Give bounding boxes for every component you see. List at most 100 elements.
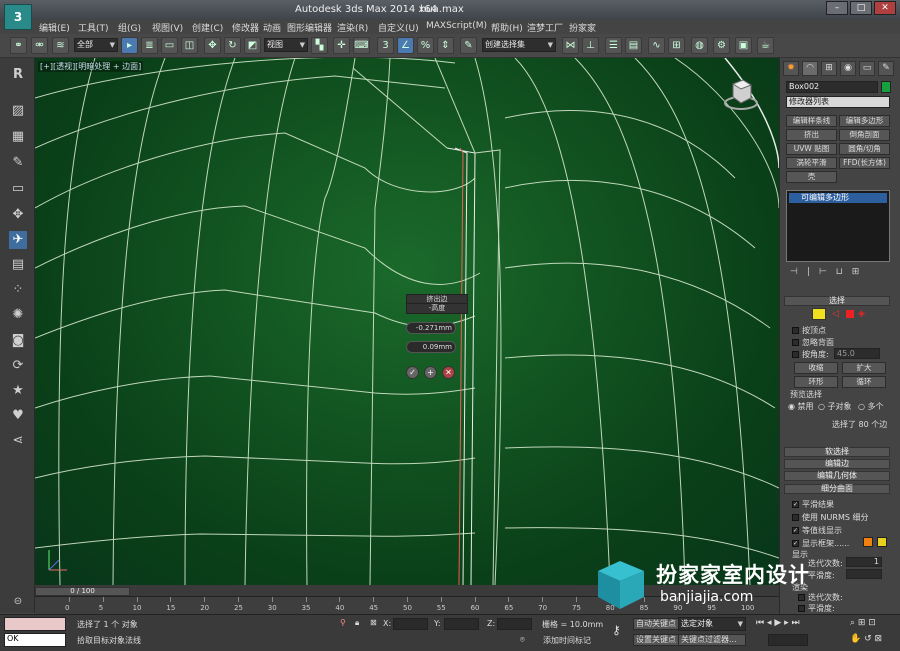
mod-fillet-chamfer-button[interactable]: 圆角/切角 bbox=[839, 143, 890, 155]
r-icon[interactable]: R bbox=[9, 66, 27, 84]
rendered-frame-icon[interactable]: ▣ bbox=[735, 37, 752, 54]
percent-snap-icon[interactable]: % bbox=[417, 37, 434, 54]
add-time-tag[interactable]: 添加时间标记 bbox=[543, 635, 591, 646]
object-name-field[interactable]: Box002 bbox=[786, 81, 878, 93]
curve-editor-icon[interactable]: ∿ bbox=[648, 37, 665, 54]
mod-bevel-profile-button[interactable]: 倒角剖面 bbox=[839, 129, 890, 141]
shrink-button[interactable]: 收缩 bbox=[794, 362, 838, 374]
rollout-edit-edges[interactable]: 编辑边 bbox=[784, 459, 890, 469]
modifier-list-dropdown[interactable]: 修改器列表 bbox=[786, 96, 890, 108]
key-filters-button[interactable]: 关键点过滤器... bbox=[678, 634, 746, 646]
select-manipulate-icon[interactable]: ✛ bbox=[333, 37, 350, 54]
preview-multi-radio[interactable]: ○ 多个 bbox=[858, 401, 884, 412]
menu-create[interactable]: 创建(C) bbox=[192, 21, 223, 34]
preview-disable-radio[interactable]: ◉ 禁用 bbox=[788, 401, 814, 412]
layout-icon[interactable]: ▦ bbox=[9, 128, 27, 146]
viewcube-icon[interactable] bbox=[723, 76, 759, 112]
menu-xuanmeng[interactable]: 渲梦工厂 bbox=[527, 21, 563, 34]
dots-icon[interactable]: ⁘ bbox=[9, 281, 27, 299]
tray-icon[interactable]: ▤ bbox=[9, 256, 27, 274]
maximize-button[interactable]: □ bbox=[850, 1, 872, 15]
pan-orbit-icon[interactable]: ✋ ↺ ⊠ bbox=[850, 634, 882, 644]
rollout-selection[interactable]: 选择 bbox=[784, 296, 890, 306]
isolate-icon[interactable]: ⚲ bbox=[340, 618, 346, 627]
menu-animation[interactable]: 动画 bbox=[263, 21, 281, 34]
monitor-icon[interactable]: ▭ bbox=[9, 180, 27, 198]
show-cage-checkbox[interactable]: ✓ 显示框架...... bbox=[792, 538, 849, 549]
selection-filter-dropdown[interactable]: 全部 bbox=[74, 38, 118, 52]
time-slider[interactable]: 0 / 100 bbox=[35, 587, 130, 596]
ring-button[interactable]: 环形 bbox=[794, 376, 838, 388]
reference-coord-dropdown[interactable]: 视图 bbox=[264, 38, 308, 52]
select-by-name-icon[interactable]: ≣ bbox=[141, 37, 158, 54]
hierarchy-tab-icon[interactable]: ⊞ bbox=[821, 61, 837, 76]
move-icon[interactable]: ✥ bbox=[204, 37, 221, 54]
mod-shell-button[interactable]: 壳 bbox=[786, 171, 837, 183]
menu-customize[interactable]: 自定义(U) bbox=[378, 21, 419, 34]
edit-icon[interactable]: ✎ bbox=[9, 154, 27, 172]
auto-key-button[interactable]: 自动关键点 bbox=[633, 618, 679, 630]
set-key-button[interactable]: 设置关键点 bbox=[633, 634, 679, 646]
menu-help[interactable]: 帮助(H) bbox=[491, 21, 523, 34]
modify-tab-icon[interactable]: ◠ bbox=[802, 61, 818, 76]
mod-ffd-box-button[interactable]: FFD(长方体) bbox=[839, 157, 890, 169]
viewport-label[interactable]: [+][透视][明暗处理 + 边面] bbox=[38, 61, 144, 72]
app-logo-icon[interactable]: 3 bbox=[4, 4, 32, 30]
edge-mode-icon[interactable] bbox=[812, 308, 826, 320]
heart-icon[interactable]: ♥ bbox=[9, 407, 27, 425]
key-mode-dropdown[interactable]: 选定对象 bbox=[678, 617, 746, 631]
motion-tab-icon[interactable]: ◉ bbox=[840, 61, 856, 76]
preview-subobject-radio[interactable]: ○ 子对象 bbox=[818, 401, 852, 412]
menu-banjiajia[interactable]: 扮家家 bbox=[569, 21, 596, 34]
minimize-button[interactable]: – bbox=[826, 1, 848, 15]
mod-turbosmooth-button[interactable]: 涡轮平滑 bbox=[786, 157, 837, 169]
sun-icon[interactable]: ✺ bbox=[9, 306, 27, 324]
angle-snap-icon[interactable]: ∠ bbox=[397, 37, 414, 54]
element-mode-icon[interactable]: ◈ bbox=[858, 309, 865, 319]
cancel-x-icon[interactable]: ✕ bbox=[442, 366, 455, 379]
by-vertex-checkbox[interactable]: 按顶点 bbox=[792, 325, 826, 336]
refresh-icon[interactable]: ⟳ bbox=[9, 357, 27, 375]
render-setup-icon[interactable]: ⚙ bbox=[713, 37, 730, 54]
extrude-width-input[interactable]: 0.09mm bbox=[406, 341, 456, 353]
menu-tools[interactable]: 工具(T) bbox=[78, 21, 109, 34]
scale-icon[interactable]: ◩ bbox=[244, 37, 261, 54]
playback-controls-icon[interactable]: ⏮ ◂ ▶ ▸ ⏭ bbox=[756, 618, 800, 628]
spinner-snap-icon[interactable]: ⇕ bbox=[437, 37, 454, 54]
display-tab-icon[interactable]: ▭ bbox=[859, 61, 875, 76]
apply-plus-icon[interactable]: + bbox=[424, 366, 437, 379]
window-crossing-icon[interactable]: ◫ bbox=[181, 37, 198, 54]
menu-maxscript[interactable]: MAXScript(M) bbox=[426, 21, 487, 31]
select-object-icon[interactable]: ▸ bbox=[121, 37, 138, 54]
ignore-backfacing-checkbox[interactable]: 忽略背面 bbox=[792, 337, 834, 348]
modifier-stack[interactable]: 可编辑多边形 bbox=[786, 190, 890, 262]
current-frame-field[interactable] bbox=[768, 634, 808, 646]
cage-color-1[interactable] bbox=[863, 537, 873, 547]
layer-manager-icon[interactable]: ☰ bbox=[605, 37, 622, 54]
stack-tools-icon[interactable]: ⊣|⊢⊔⊞ bbox=[790, 267, 890, 277]
rollout-soft-selection[interactable]: 软选择 bbox=[784, 447, 890, 457]
keyboard-shortcut-icon[interactable]: ⌨ bbox=[353, 37, 370, 54]
isoline-display-checkbox[interactable]: ✓ 等值线显示 bbox=[792, 525, 842, 536]
menu-graph-editors[interactable]: 图形编辑器 bbox=[287, 21, 332, 34]
transform-icon[interactable]: ✥ bbox=[9, 206, 27, 224]
rollout-subdivision-surface[interactable]: 细分曲面 bbox=[784, 484, 890, 494]
y-coord-field[interactable] bbox=[444, 618, 479, 630]
perspective-viewport[interactable]: [+][透视][明暗处理 + 边面] 挤出边 -高度 -0.271mm 0.09… bbox=[35, 58, 779, 585]
help-circle-icon[interactable]: ⊝ bbox=[9, 593, 27, 611]
polygon-mode-icon[interactable] bbox=[846, 310, 854, 318]
stack-item-editable-poly[interactable]: 可编辑多边形 bbox=[789, 193, 887, 203]
link-icon[interactable]: ⚭ bbox=[10, 37, 27, 54]
mod-uvw-map-button[interactable]: UVW 贴图 bbox=[786, 143, 837, 155]
snap-toggle-icon[interactable]: 3 bbox=[377, 37, 394, 54]
extrude-height-input[interactable]: -0.271mm bbox=[406, 322, 456, 334]
loop-button[interactable]: 循环 bbox=[842, 376, 886, 388]
edit-named-sets-icon[interactable]: ✎ bbox=[460, 37, 477, 54]
rect-selection-icon[interactable]: ▭ bbox=[161, 37, 178, 54]
ribbon-icon[interactable]: ▤ bbox=[625, 37, 642, 54]
add-time-tag-icon[interactable]: ⌾ bbox=[520, 635, 525, 645]
render-teapot-icon[interactable]: ☕ bbox=[757, 37, 774, 54]
object-color-swatch[interactable] bbox=[881, 81, 891, 93]
unlink-icon[interactable]: ⚮ bbox=[31, 37, 48, 54]
menu-modifiers[interactable]: 修改器 bbox=[232, 21, 259, 34]
